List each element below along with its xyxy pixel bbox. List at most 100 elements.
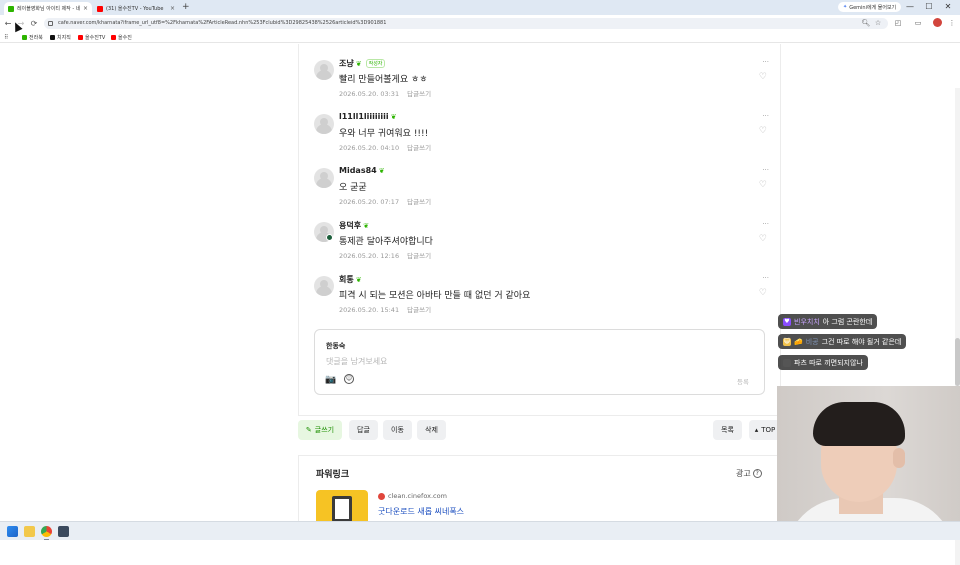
bookmark-favicon-icon — [22, 35, 27, 40]
comment-item: 회통 ❦ 피격 시 되는 모션은 아바타 만들 때 없던 거 같아요 2026.… — [314, 274, 769, 326]
heart-icon[interactable]: ♡ — [759, 234, 767, 244]
scroll-top-label: TOP — [761, 426, 776, 434]
more-options-icon[interactable]: ··· — [762, 274, 769, 282]
delete-button[interactable]: 삭제 — [417, 420, 446, 440]
more-options-icon[interactable]: ··· — [762, 166, 769, 174]
comment-date: 2026.05.20. 07:17 — [339, 198, 400, 206]
comment-author[interactable]: 용덕후 — [339, 220, 361, 231]
ad-label: 광고 — [736, 469, 751, 478]
tab-strip: 레이블영화님 아이티 제작 - 네 × (31) 을수진TV - YouTube… — [0, 0, 960, 15]
reply-link[interactable]: 답글쓰기 — [407, 198, 431, 206]
phone-screen — [335, 499, 349, 519]
tab-youtube[interactable]: (31) 을수진TV - YouTube × — [93, 2, 179, 15]
heart-icon[interactable]: ♡ — [759, 180, 767, 190]
leaf-icon: ❦ — [355, 275, 362, 284]
write-username: 한동숙 — [326, 342, 346, 350]
avatar[interactable] — [314, 114, 334, 134]
reply-post-button[interactable]: 답글 — [349, 420, 378, 440]
subscriber-badge-icon: ♥ — [783, 317, 791, 326]
chat-message: ♥ 빈우치치 아 그럼 곤란한데 — [778, 314, 878, 329]
ad-domain[interactable]: clean.cinefox.com — [378, 492, 447, 500]
leaf-icon: ❦ — [363, 221, 369, 230]
bookmark-item[interactable]: 치지직 — [50, 34, 71, 41]
ad-headline[interactable]: 굿다운로드 새롭 씨네폭스 — [378, 506, 464, 517]
minimize-button[interactable]: — — [903, 1, 917, 13]
extensions-icon[interactable]: ◰ — [893, 18, 903, 29]
bookmark-star-icon[interactable]: ☆ — [873, 18, 883, 29]
reply-link[interactable]: 답글쓰기 — [407, 252, 431, 260]
chrome-icon[interactable] — [41, 526, 52, 537]
writer-badge: 작성자 — [365, 59, 386, 68]
reply-link[interactable]: 답글쓰기 — [407, 90, 431, 98]
ad-thumbnail[interactable] — [316, 490, 368, 522]
write-post-button[interactable]: ✎ 글쓰기 — [298, 420, 342, 440]
bookmark-item[interactable]: 전라북 — [22, 34, 43, 41]
new-tab-button[interactable]: + — [182, 2, 190, 13]
browser-toolbar: ← → ⟳ cafe.naver.com/kharnata?iframe_url… — [0, 15, 960, 32]
comment-item: l11ll1liiiiiiii ❦ 우와 너무 귀여워요 !!!! 2026.0… — [314, 112, 769, 164]
menu-dots-icon[interactable]: ⋮ — [947, 18, 957, 29]
apps-grid-icon[interactable]: ⠿ — [4, 34, 8, 41]
ad-info[interactable]: 광고 ? — [736, 468, 762, 479]
leaf-icon: ❦ — [355, 59, 362, 68]
address-bar[interactable]: cafe.naver.com/kharnata?iframe_url_utf8=… — [44, 18, 888, 29]
tab-cafe[interactable]: 레이블영화님 아이티 제작 - 네 × — [4, 2, 92, 15]
profile-avatar[interactable] — [933, 18, 942, 27]
comment-write-box[interactable]: 한동숙 댓글을 남겨보세요 📷 ☺ 등록 — [314, 329, 765, 395]
webcam-overlay — [777, 386, 960, 540]
scrollbar-thumb[interactable] — [955, 338, 960, 386]
close-tab-icon[interactable]: × — [83, 5, 88, 12]
site-favicon-icon — [378, 492, 385, 500]
zoom-icon[interactable]: 🔍︎ — [861, 18, 871, 29]
site-info-icon[interactable] — [48, 21, 53, 26]
submit-button[interactable]: 등록 — [737, 376, 749, 386]
powerlink-section: 파워링크 광고 ? clean.cinefox.com 굿다운로드 새롭 씨네폭… — [298, 455, 781, 522]
comment-input[interactable]: 댓글을 남겨보세요 — [326, 356, 387, 367]
comment-text: 빨리 만들어볼게요 ㅎㅎ — [339, 75, 428, 85]
more-options-icon[interactable]: ··· — [762, 220, 769, 228]
file-explorer-icon[interactable] — [24, 526, 35, 537]
move-button[interactable]: 이동 — [383, 420, 412, 440]
chat-nickname: 비공 — [805, 337, 819, 346]
gemini-button[interactable]: ✦ Gemini에게 물어보기 — [838, 2, 902, 12]
bookmark-favicon-icon — [78, 35, 83, 40]
heart-icon[interactable]: ♡ — [759, 126, 767, 136]
avatar[interactable] — [314, 276, 334, 296]
app-icon[interactable] — [58, 526, 69, 537]
bookmark-label: 치지직 — [57, 35, 71, 41]
avatar[interactable] — [314, 168, 334, 188]
reply-link[interactable]: 답글쓰기 — [407, 144, 431, 152]
bookmarks-bar: ⠿ 전라북 치지직 을수진TV 을수진 — [0, 32, 960, 43]
bookmark-item[interactable]: 을수진 — [111, 34, 132, 41]
emoji-icon[interactable]: ☺ — [344, 374, 354, 384]
close-window-button[interactable]: ✕ — [941, 1, 955, 13]
chat-text: 그건 따로 해야 될거 같은데 — [821, 337, 902, 346]
comment-item: Midas84 ❦ 오 굳굳 2026.05.20. 07:17 답글쓰기 ··… — [314, 166, 769, 218]
comment-author[interactable]: 회통 — [339, 274, 354, 285]
avatar[interactable] — [314, 60, 334, 80]
camera-icon[interactable]: 📷 — [325, 375, 336, 385]
comment-date: 2026.05.20. 03:31 — [339, 90, 400, 98]
comment-author[interactable]: Midas84 — [339, 166, 377, 175]
reply-link[interactable]: 답글쓰기 — [407, 306, 431, 314]
more-options-icon[interactable]: ··· — [762, 58, 769, 66]
naver-cafe-favicon-icon — [8, 5, 14, 12]
more-options-icon[interactable]: ··· — [762, 112, 769, 120]
bookmark-favicon-icon — [50, 35, 55, 40]
comment-author[interactable]: 조냥 — [339, 58, 354, 69]
chat-message: 파츠 따로 끼면되지않나 — [778, 355, 868, 370]
sidepanel-icon[interactable]: ▭ — [913, 18, 923, 29]
manager-badge-icon — [326, 234, 333, 241]
heart-icon[interactable]: ♡ — [759, 72, 767, 82]
bookmark-item[interactable]: 을수진TV — [78, 34, 105, 41]
windows-taskbar — [0, 521, 960, 540]
help-icon[interactable]: ? — [752, 469, 762, 478]
reload-button[interactable]: ⟳ — [29, 18, 39, 29]
maximize-button[interactable]: ☐ — [922, 1, 936, 13]
heart-icon[interactable]: ♡ — [759, 288, 767, 298]
comment-author[interactable]: l11ll1liiiiiiii — [339, 112, 389, 121]
list-button[interactable]: 목록 — [713, 420, 742, 440]
close-tab-icon[interactable]: × — [170, 5, 175, 12]
comment-date: 2026.05.20. 12:16 — [339, 252, 400, 260]
windows-start-icon[interactable] — [7, 526, 18, 537]
